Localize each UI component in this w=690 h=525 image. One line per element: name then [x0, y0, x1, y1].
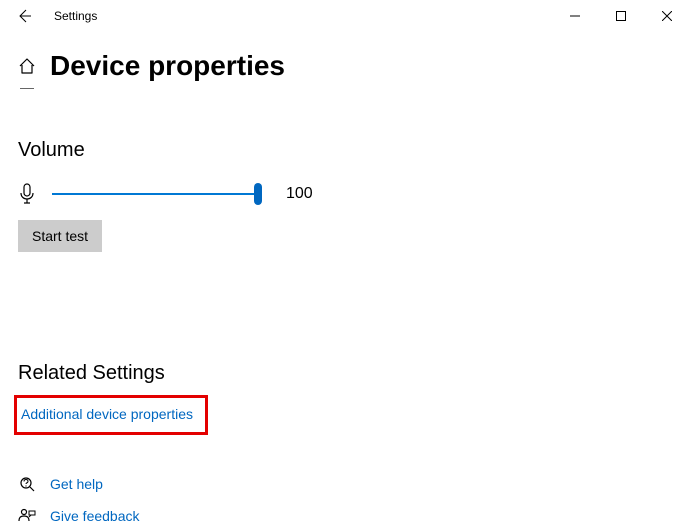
page-header: Device properties: [18, 50, 672, 82]
header-underline: [20, 88, 34, 89]
app-title: Settings: [54, 9, 97, 23]
maximize-icon: [616, 11, 626, 21]
get-help-row: Get help: [18, 475, 672, 493]
start-test-button[interactable]: Start test: [18, 220, 102, 252]
window-controls: [552, 0, 690, 32]
volume-section: Volume 100 Start test: [18, 139, 672, 252]
content: Device properties Volume 100 Start test …: [0, 32, 690, 525]
highlight-box: Additional device properties: [14, 395, 208, 435]
give-feedback-link[interactable]: Give feedback: [50, 508, 140, 524]
back-button[interactable]: [14, 6, 34, 26]
back-icon: [16, 8, 32, 24]
volume-row: 100: [18, 182, 672, 206]
home-icon[interactable]: [18, 57, 36, 75]
titlebar: Settings: [0, 0, 690, 32]
feedback-icon: [18, 507, 36, 525]
close-icon: [662, 11, 672, 21]
volume-slider[interactable]: [52, 183, 262, 205]
microphone-icon: [18, 182, 36, 206]
titlebar-left: Settings: [14, 6, 97, 26]
minimize-button[interactable]: [552, 0, 598, 32]
page-title: Device properties: [50, 50, 285, 82]
get-help-link[interactable]: Get help: [50, 476, 103, 492]
maximize-button[interactable]: [598, 0, 644, 32]
slider-track: [52, 193, 262, 195]
help-section: Get help Give feedback: [18, 475, 672, 525]
volume-section-title: Volume: [18, 139, 672, 162]
related-settings-section: Related Settings Additional device prope…: [18, 362, 672, 435]
related-settings-title: Related Settings: [18, 362, 672, 385]
help-icon: [18, 475, 36, 493]
give-feedback-row: Give feedback: [18, 507, 672, 525]
close-button[interactable]: [644, 0, 690, 32]
additional-device-properties-link[interactable]: Additional device properties: [17, 406, 193, 422]
slider-thumb[interactable]: [254, 183, 262, 205]
minimize-icon: [570, 11, 580, 21]
volume-value: 100: [286, 185, 313, 203]
